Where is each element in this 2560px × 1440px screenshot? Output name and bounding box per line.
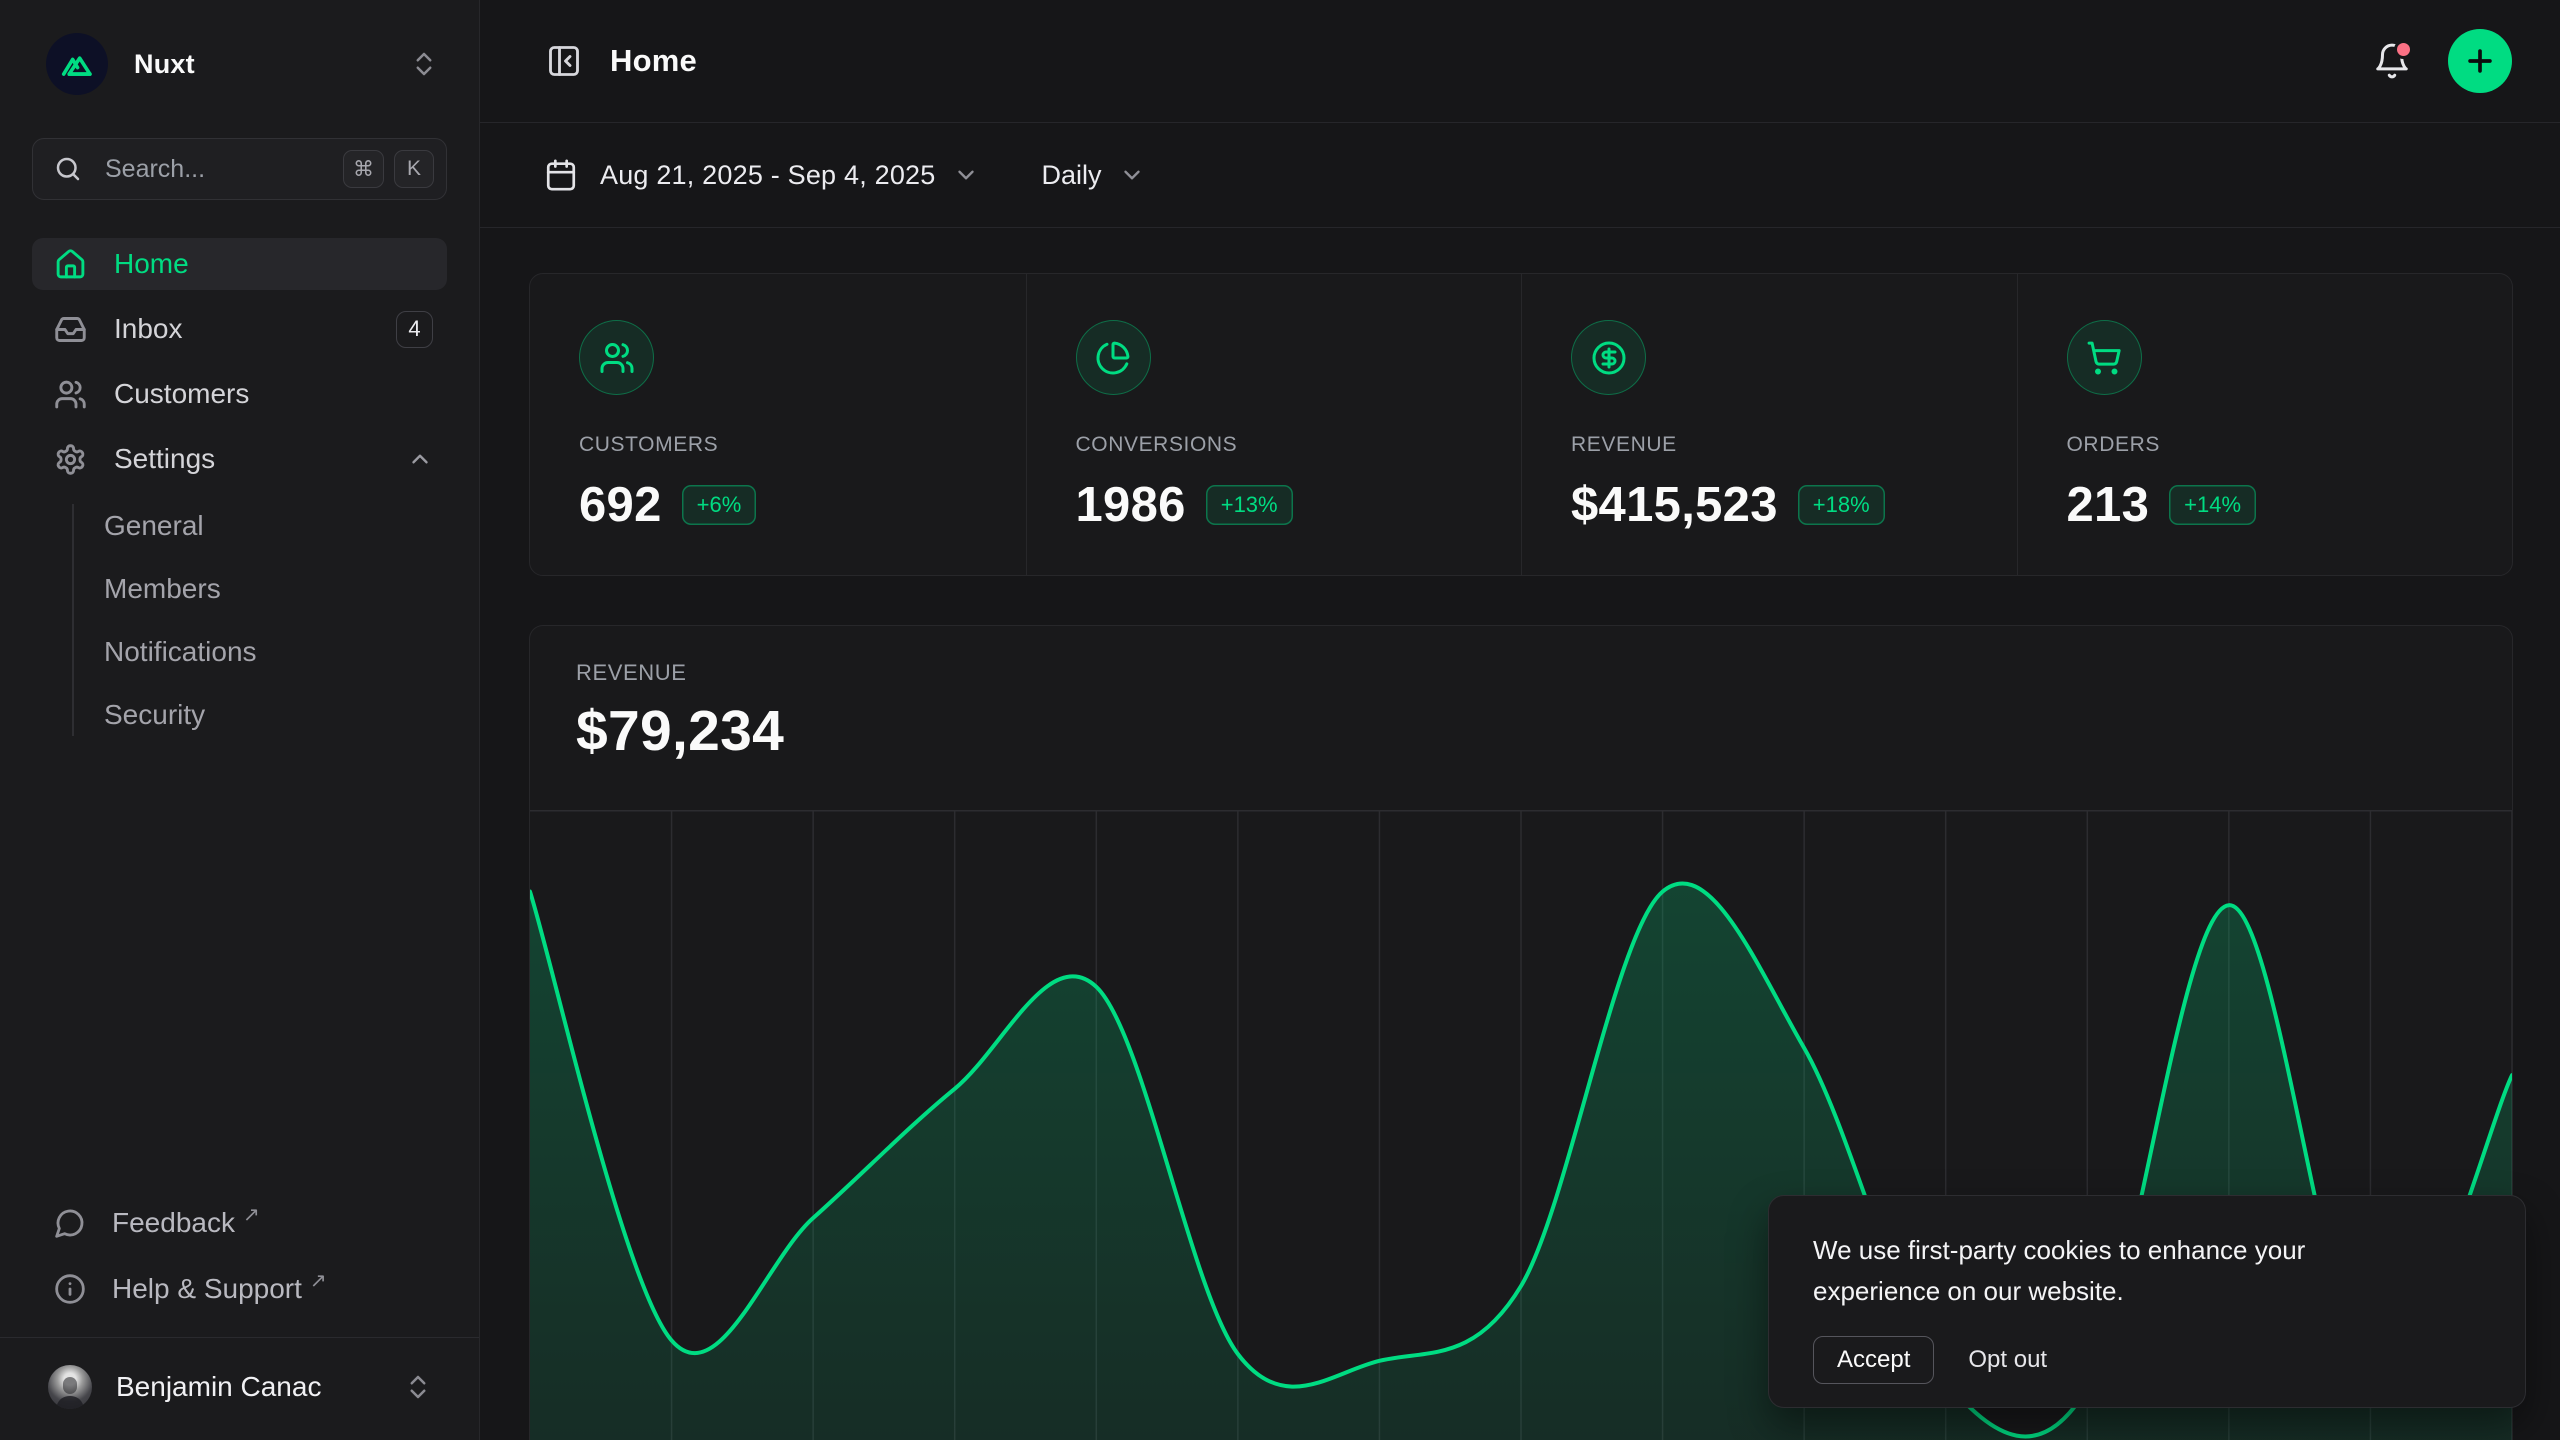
stat-delta-badge: +18% (1798, 485, 1885, 525)
stat-value: 692 (579, 477, 662, 533)
granularity-select[interactable]: Daily (1041, 160, 1145, 191)
calendar-icon (544, 158, 578, 192)
info-circle-icon (54, 1273, 86, 1305)
stat-revenue[interactable]: REVENUE $415,523 +18% (1521, 274, 2017, 575)
stat-conversions[interactable]: CONVERSIONS 1986 +13% (1026, 274, 1522, 575)
sidebar-item-settings[interactable]: Settings (32, 433, 447, 485)
notifications-button[interactable] (2370, 39, 2414, 83)
sidebar-item-members[interactable]: Members (72, 563, 447, 614)
chevron-up-down-icon (409, 47, 439, 81)
sidebar-item-customers[interactable]: Customers (32, 368, 447, 420)
date-range-picker[interactable]: Aug 21, 2025 - Sep 4, 2025 (544, 158, 979, 192)
chart-pie-icon (1095, 340, 1131, 376)
cookie-banner: We use first-party cookies to enhance yo… (1768, 1195, 2526, 1408)
sidebar-item-label: Inbox (114, 313, 183, 345)
filters-toolbar: Aug 21, 2025 - Sep 4, 2025 Daily (480, 123, 2560, 228)
house-icon (54, 248, 87, 281)
external-link-icon: ↗ (310, 1268, 327, 1293)
inbox-icon (54, 313, 87, 346)
circle-dollar-icon (1591, 340, 1627, 376)
users-icon (54, 378, 87, 411)
stat-orders[interactable]: ORDERS 213 +14% (2017, 274, 2513, 575)
stat-delta-badge: +6% (682, 485, 757, 525)
page-title: Home (610, 43, 697, 79)
search-input[interactable]: Search... ⌘ K (32, 138, 447, 200)
sidebar-item-label: Customers (114, 378, 249, 410)
add-button[interactable] (2448, 29, 2512, 93)
workspace-switcher[interactable]: Nuxt (32, 32, 447, 96)
sidebar: Nuxt Search... ⌘ K Home Inbox 4 (0, 0, 480, 1440)
nuxt-logo-icon (46, 33, 108, 95)
stat-label: ORDERS (2067, 433, 2483, 457)
user-name: Benjamin Canac (116, 1371, 321, 1403)
chevron-down-icon (1119, 162, 1145, 188)
stat-label: CUSTOMERS (579, 433, 996, 457)
stat-value: 213 (2067, 477, 2150, 533)
optout-cookies-button[interactable]: Opt out (1968, 1346, 2047, 1374)
users-icon (599, 340, 635, 376)
workspace-name: Nuxt (134, 49, 195, 80)
sidebar-item-inbox[interactable]: Inbox 4 (32, 303, 447, 355)
user-menu-button[interactable]: Benjamin Canac (32, 1354, 447, 1420)
help-support-link[interactable]: Help & Support ↗ (32, 1263, 447, 1315)
sidebar-item-notifications[interactable]: Notifications (72, 626, 447, 677)
kbd-k-key: K (394, 150, 434, 188)
message-circle-icon (54, 1207, 86, 1239)
plus-icon (2463, 44, 2497, 78)
chevron-down-icon (953, 162, 979, 188)
feedback-label: Feedback (112, 1207, 235, 1239)
stat-customers[interactable]: CUSTOMERS 692 +6% (530, 274, 1026, 575)
panel-left-close-icon (546, 43, 582, 79)
chevron-up-icon (407, 446, 433, 472)
sidebar-nav: Home Inbox 4 Customers Settings General (32, 238, 447, 740)
search-icon (53, 154, 83, 184)
kbd-meta-key: ⌘ (343, 150, 384, 188)
date-range-value: Aug 21, 2025 - Sep 4, 2025 (600, 160, 935, 191)
chevron-up-down-icon (403, 1370, 433, 1404)
sidebar-item-home[interactable]: Home (32, 238, 447, 290)
stat-label: REVENUE (1571, 433, 1987, 457)
revenue-chart-label: REVENUE (576, 660, 2512, 686)
gear-icon (54, 443, 87, 476)
stat-delta-badge: +14% (2169, 485, 2256, 525)
granularity-value: Daily (1041, 160, 1101, 191)
page-header: Home (480, 0, 2560, 123)
search-placeholder: Search... (105, 155, 205, 184)
settings-subnav: General Members Notifications Security (32, 500, 447, 740)
sidebar-item-security[interactable]: Security (72, 689, 447, 740)
sidebar-item-label: Home (114, 248, 189, 280)
sidebar-footer: Feedback ↗ Help & Support ↗ Benjamin Can… (32, 1197, 447, 1426)
notification-dot (2394, 40, 2413, 59)
cookie-message: We use first-party cookies to enhance yo… (1813, 1230, 2433, 1312)
sidebar-collapse-button[interactable] (544, 41, 584, 81)
inbox-unread-badge: 4 (396, 311, 433, 348)
stat-value: 1986 (1076, 477, 1186, 533)
stat-label: CONVERSIONS (1076, 433, 1492, 457)
revenue-chart-value: $79,234 (576, 698, 2512, 764)
feedback-link[interactable]: Feedback ↗ (32, 1197, 447, 1249)
accept-cookies-button[interactable]: Accept (1813, 1336, 1934, 1384)
avatar (48, 1365, 92, 1409)
stat-delta-badge: +13% (1206, 485, 1293, 525)
stat-value: $415,523 (1571, 477, 1778, 533)
app-root: Nuxt Search... ⌘ K Home Inbox 4 (0, 0, 2560, 1440)
sidebar-item-general[interactable]: General (72, 500, 447, 551)
stats-card-row: CUSTOMERS 692 +6% CONVERSIONS 1986 +13% (529, 273, 2513, 576)
shopping-cart-icon (2086, 340, 2122, 376)
sidebar-user-section: Benjamin Canac (0, 1337, 479, 1420)
sidebar-item-label: Settings (114, 443, 215, 475)
header-actions (2370, 29, 2512, 93)
help-support-label: Help & Support (112, 1273, 302, 1305)
external-link-icon: ↗ (243, 1202, 260, 1227)
